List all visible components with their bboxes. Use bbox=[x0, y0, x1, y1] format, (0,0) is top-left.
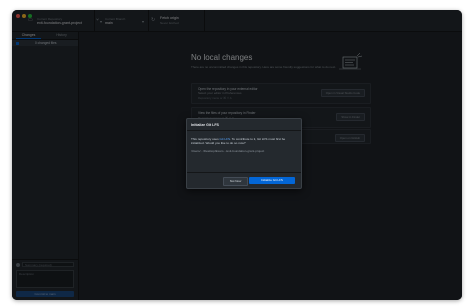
dialog-title: Initialize Git LFS bbox=[191, 122, 219, 127]
app-window: ▭ Current Repository exit-foundation-gra… bbox=[12, 10, 462, 300]
initialize-git-lfs-button[interactable]: Initialize Git LFS bbox=[249, 177, 295, 184]
repository-path: /Users/.../Desktop/Exam.../exit-foundati… bbox=[191, 149, 265, 153]
not-now-button[interactable]: Not Now bbox=[223, 177, 248, 186]
dialog-message: This repository uses Git LFS. To contrib… bbox=[191, 137, 295, 145]
dialog-header: Initialize Git LFS bbox=[187, 119, 301, 131]
initialize-git-lfs-dialog: Initialize Git LFS This repository uses … bbox=[186, 118, 302, 189]
dialog-footer: Not Now Initialize Git LFS bbox=[187, 172, 301, 189]
